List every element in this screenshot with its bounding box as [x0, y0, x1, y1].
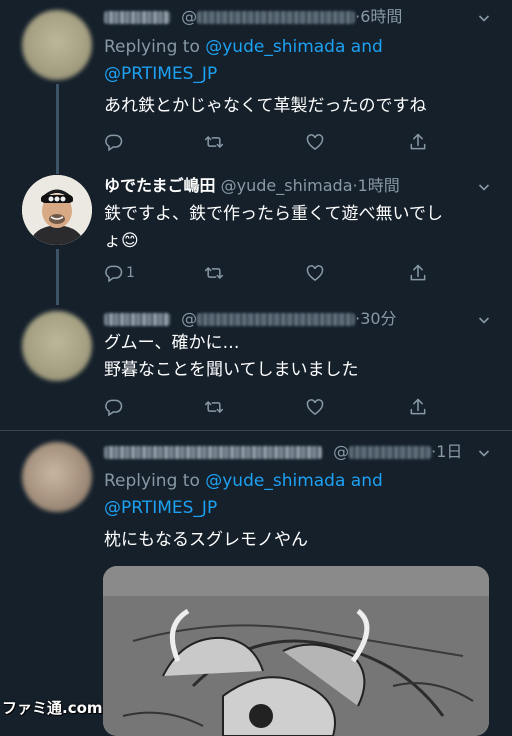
tweet-1[interactable]: @ ·6時間 Replying to @yude_shimada and @PRTI…: [0, 0, 512, 174]
retweet-button[interactable]: [204, 261, 224, 285]
heart-icon: [305, 263, 325, 283]
blurred-handle: [197, 11, 356, 24]
retweet-button[interactable]: [204, 130, 224, 154]
heart-icon: [305, 132, 325, 152]
tweet-header: ゆでたまご嶋田 @yude_shimada·1時間: [104, 176, 400, 195]
reply-icon: [104, 132, 124, 152]
tweet-3[interactable]: @ ·30分 グムー、確かに… 野暮なことを聞いてしまいました: [0, 300, 512, 430]
chevron-down-icon[interactable]: [478, 181, 490, 193]
avatar[interactable]: [22, 311, 92, 381]
tweet-actions: 1: [104, 261, 434, 285]
blurred-name: [104, 446, 322, 459]
tweet-time[interactable]: 1時間: [358, 176, 400, 195]
tweet-text: 枕にもなるスグレモノやん: [104, 530, 308, 550]
blurred-handle: [349, 446, 432, 459]
share-icon: [408, 263, 428, 283]
tweet-time[interactable]: 1日: [436, 442, 462, 461]
tweet-text: あれ鉄とかじゃなくて革製だったのですね: [104, 96, 427, 116]
reply-count: 1: [126, 265, 135, 281]
reply-button[interactable]: [104, 130, 124, 154]
reply-icon: [104, 397, 124, 417]
blurred-handle: [197, 313, 356, 326]
tweet-header: @ ·30分: [104, 308, 397, 330]
mention-link[interactable]: @PRTIMES_JP: [104, 498, 217, 518]
share-icon: [408, 132, 428, 152]
watermark-logo: ファミ通.com: [2, 699, 103, 717]
tweet-actions: [104, 395, 434, 419]
like-button[interactable]: [305, 130, 325, 154]
avatar[interactable]: [22, 10, 92, 80]
display-name[interactable]: ゆでたまご嶋田: [104, 176, 216, 195]
blurred-name: [104, 313, 170, 326]
replying-to: Replying to @yude_shimada and @PRTIMES_JP: [104, 37, 383, 84]
avatar-photo: [22, 175, 92, 245]
tweet-text: 鉄ですよ、鉄で作ったら重くて遊べ無いでし ょ😊: [104, 204, 443, 251]
avatar[interactable]: [22, 442, 92, 512]
user-handle[interactable]: @yude_shimada: [221, 176, 353, 195]
retweet-icon: [204, 132, 224, 152]
like-button[interactable]: [305, 261, 325, 285]
reply-icon: [104, 263, 124, 283]
thread-line: [56, 84, 59, 174]
tweet-media-image[interactable]: [103, 566, 489, 736]
chevron-down-icon[interactable]: [478, 12, 490, 24]
mention-link[interactable]: @yude_shimada: [205, 471, 345, 491]
manga-illustration: [103, 566, 489, 736]
retweet-icon: [204, 263, 224, 283]
reply-button[interactable]: [104, 395, 124, 419]
tweet-header: @ ·1日: [104, 441, 462, 463]
tweet-time[interactable]: 30分: [360, 309, 396, 328]
tweet-time[interactable]: 6時間: [360, 7, 402, 26]
tweet-actions: [104, 130, 434, 154]
share-icon: [408, 397, 428, 417]
chevron-down-icon[interactable]: [478, 314, 490, 326]
reply-button[interactable]: 1: [104, 261, 135, 285]
share-button[interactable]: [408, 395, 428, 419]
blurred-name: [104, 11, 170, 24]
thread-line: [56, 249, 59, 305]
share-button[interactable]: [408, 261, 428, 285]
chevron-down-icon[interactable]: [478, 447, 490, 459]
mention-link[interactable]: @yude_shimada: [205, 37, 345, 57]
tweet-2[interactable]: ゆでたまご嶋田 @yude_shimada·1時間 鉄ですよ、鉄で作ったら重くて…: [0, 165, 512, 305]
share-button[interactable]: [408, 130, 428, 154]
heart-icon: [305, 397, 325, 417]
tweet-header: @ ·6時間: [104, 6, 402, 28]
avatar[interactable]: [22, 175, 92, 245]
retweet-button[interactable]: [204, 395, 224, 419]
replying-to: Replying to @yude_shimada and @PRTIMES_JP: [104, 471, 383, 518]
retweet-icon: [204, 397, 224, 417]
like-button[interactable]: [305, 395, 325, 419]
tweet-text: グムー、確かに… 野暮なことを聞いてしまいました: [104, 333, 359, 380]
mention-link[interactable]: @PRTIMES_JP: [104, 64, 217, 84]
